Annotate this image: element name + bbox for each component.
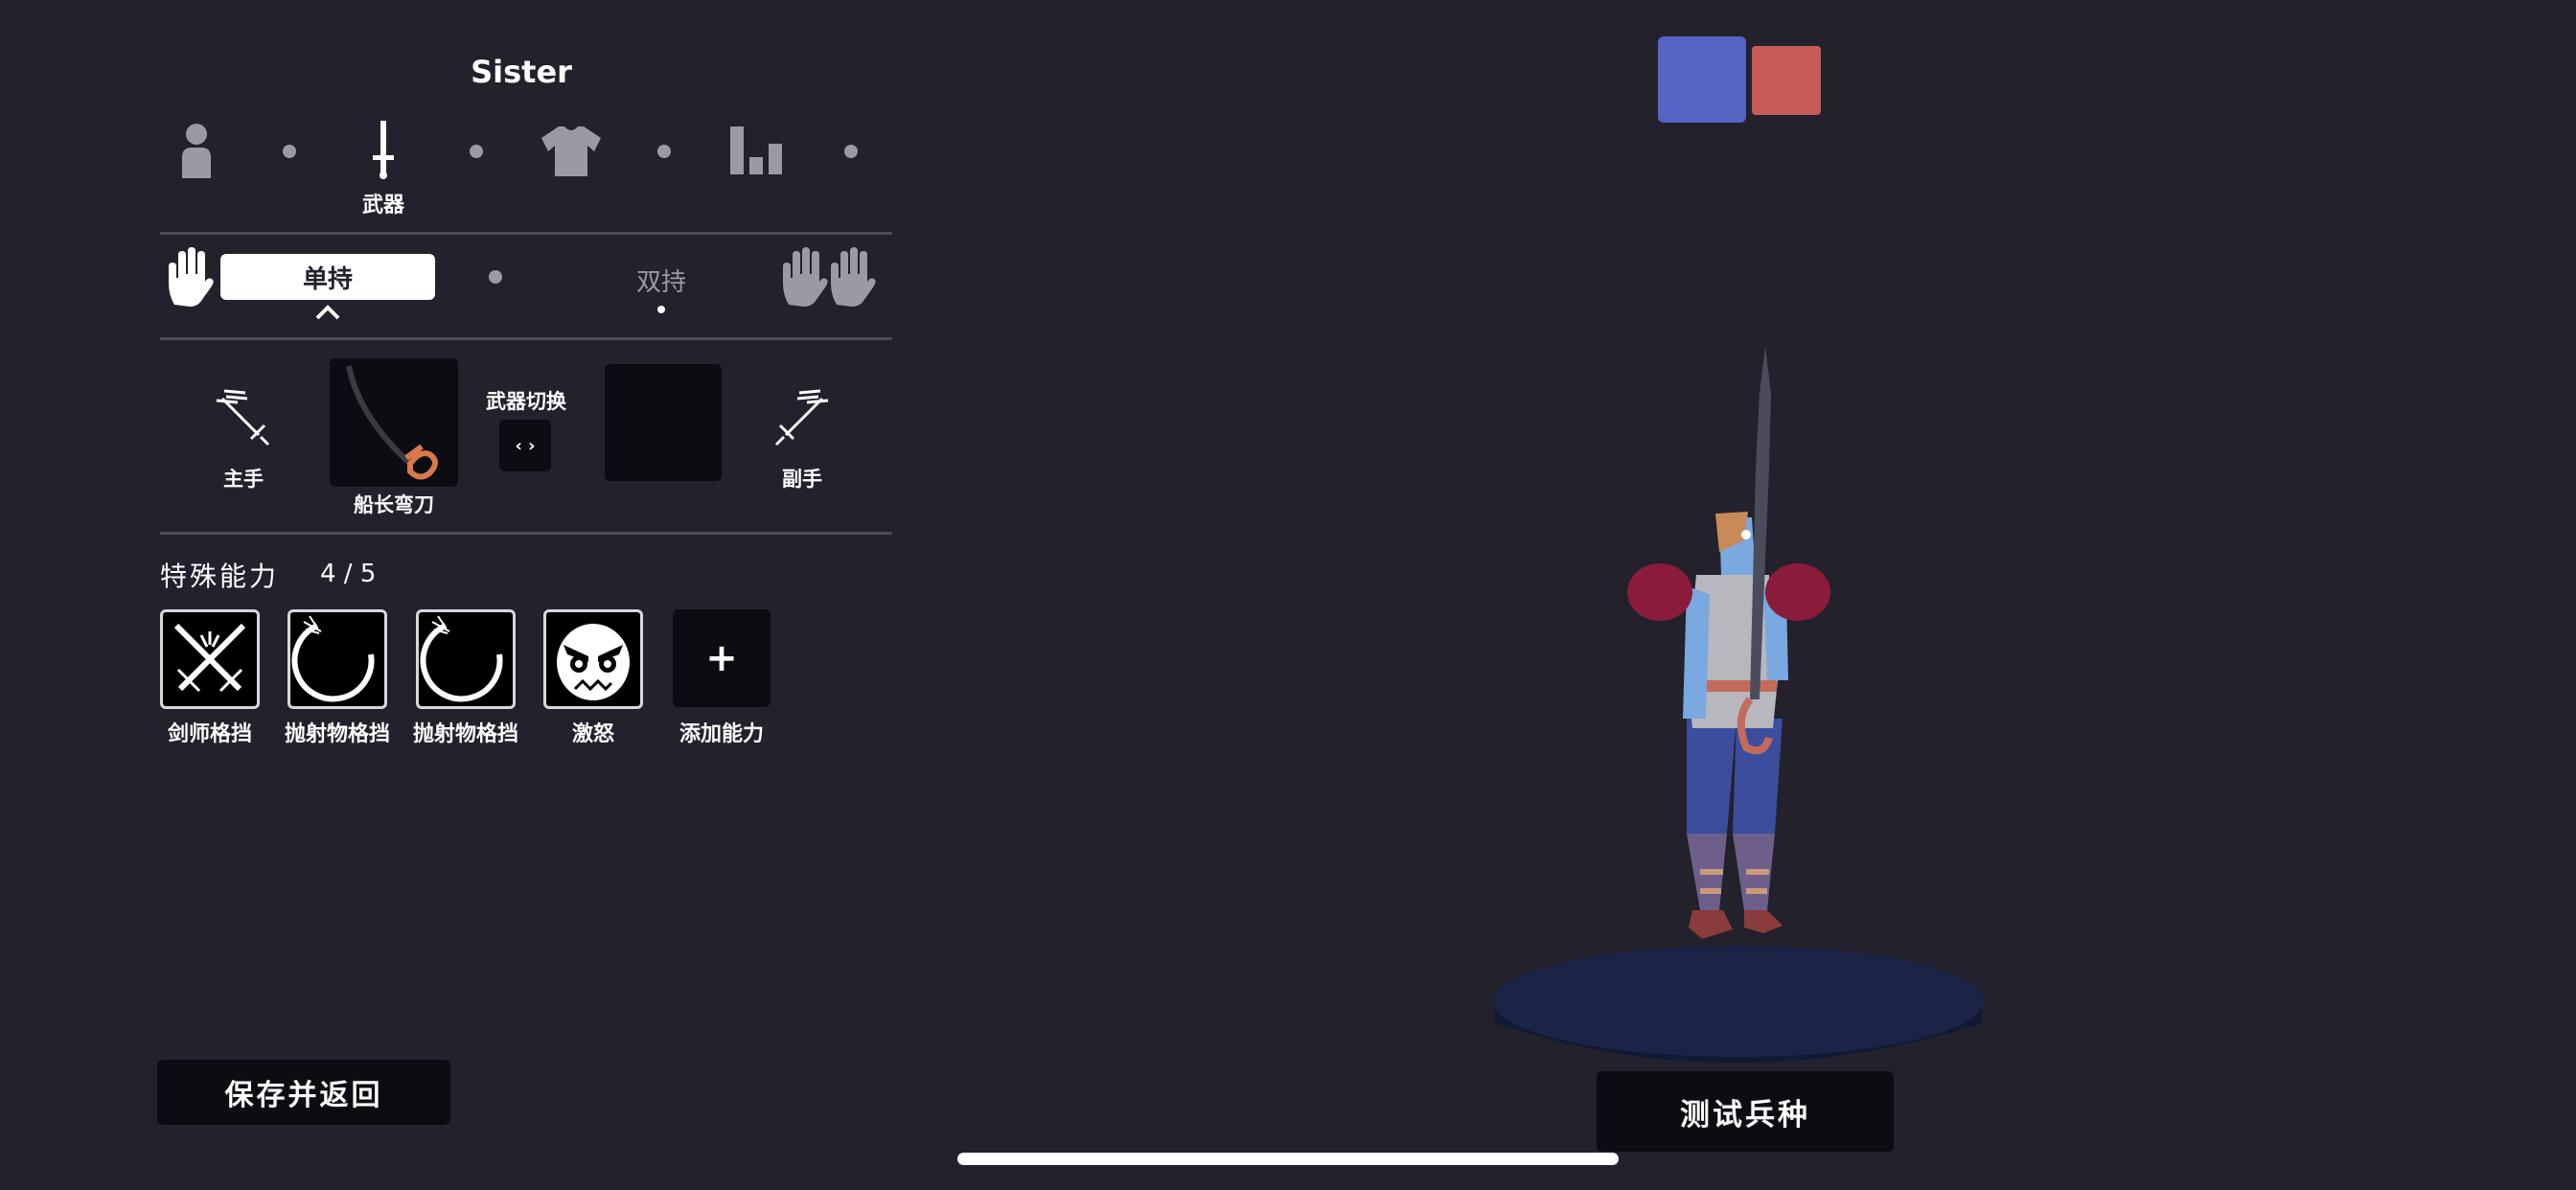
test-unit-button[interactable]: 测试兵种 xyxy=(1597,1071,1894,1152)
body-icon[interactable] xyxy=(176,123,217,178)
weapon-switch-label: 武器切换 xyxy=(486,390,566,413)
category-dot xyxy=(470,145,483,158)
add-ability-button[interactable]: + xyxy=(673,609,770,707)
ability-label: 抛射物格挡 xyxy=(284,722,390,746)
abilities-count: 4 / 5 xyxy=(320,560,377,588)
team-blue-button[interactable] xyxy=(1658,36,1746,123)
divider xyxy=(160,232,892,235)
off-hand-label: 副手 xyxy=(782,468,822,491)
abilities-title: 特殊能力 xyxy=(160,561,280,592)
unit-preview[interactable] xyxy=(1476,335,1993,1073)
ability-slot-2[interactable] xyxy=(288,609,387,709)
cutlass-icon xyxy=(346,365,438,480)
single-hand-icon[interactable] xyxy=(167,247,215,307)
stats-icon[interactable] xyxy=(730,126,786,174)
category-dot xyxy=(844,145,858,158)
main-hand-sword-icon[interactable] xyxy=(213,389,272,448)
crossed-swords-icon xyxy=(173,623,246,693)
ability-slot-4[interactable] xyxy=(543,609,643,709)
ability-label: 抛射物格挡 xyxy=(412,722,518,746)
divider xyxy=(160,337,892,340)
main-weapon-name: 船长弯刀 xyxy=(354,493,434,516)
home-indicator[interactable] xyxy=(957,1153,1619,1165)
main-hand-label: 主手 xyxy=(223,468,264,491)
grip-dual-option[interactable]: 双持 xyxy=(604,263,719,298)
main-weapon-slot[interactable] xyxy=(330,358,458,487)
category-weapon-label: 武器 xyxy=(361,194,404,217)
unit-name-title[interactable]: Sister xyxy=(378,54,665,90)
category-dot xyxy=(283,145,296,158)
ability-label: 剑师格挡 xyxy=(167,722,252,746)
angry-face-icon xyxy=(557,624,630,700)
save-and-return-button[interactable]: 保存并返回 xyxy=(157,1060,450,1125)
ability-slot-3[interactable] xyxy=(416,609,516,709)
category-dot xyxy=(657,145,671,158)
dual-hands-icon[interactable] xyxy=(781,247,877,307)
off-hand-weapon-slot[interactable] xyxy=(605,364,722,481)
ability-label: 激怒 xyxy=(571,722,614,746)
weapon-switch-button[interactable]: ‹ › xyxy=(499,420,551,471)
shirt-icon[interactable] xyxy=(541,125,601,176)
grip-dual-dot xyxy=(657,306,665,313)
add-ability-label: 添加能力 xyxy=(678,722,764,746)
off-hand-sword-icon[interactable] xyxy=(772,389,832,448)
team-red-button[interactable] xyxy=(1752,46,1821,115)
grip-slider-dot[interactable] xyxy=(489,270,502,284)
projectile-block-icon xyxy=(420,615,503,702)
chevron-up-icon xyxy=(315,305,340,320)
projectile-block-icon xyxy=(291,615,375,702)
sword-icon[interactable] xyxy=(369,121,398,180)
ability-slot-1[interactable] xyxy=(160,609,260,709)
grip-single-option[interactable]: 单持 xyxy=(220,254,435,300)
divider xyxy=(160,532,892,535)
